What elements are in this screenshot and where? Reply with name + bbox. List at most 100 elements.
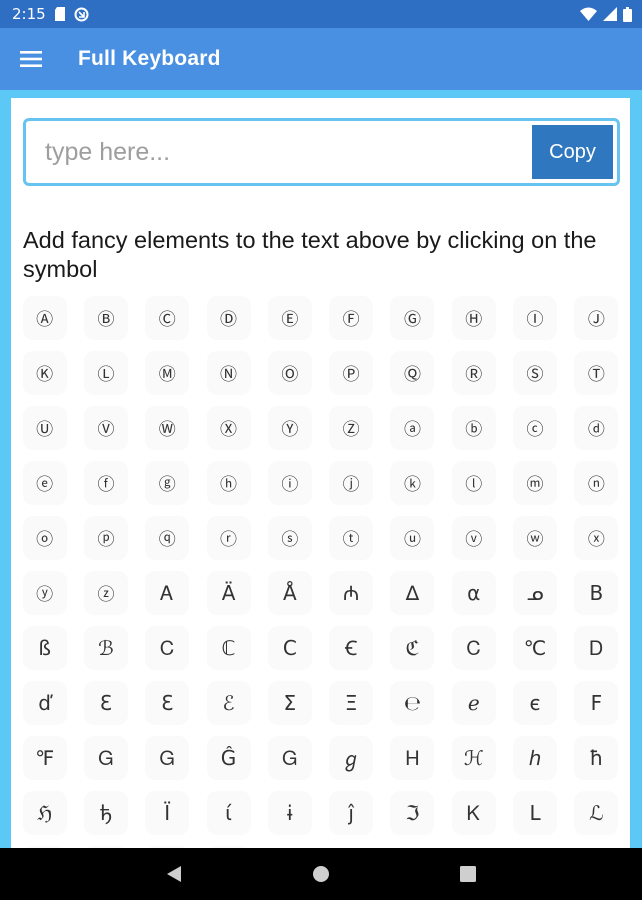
symbol-button[interactable]: Ꮐ	[137, 730, 198, 785]
symbol-button[interactable]: ⓔ	[14, 455, 75, 510]
symbol-button[interactable]: Ⓘ	[504, 290, 565, 345]
symbol-button[interactable]: Ⓝ	[198, 345, 259, 400]
symbol-button[interactable]: Ꭰ	[566, 620, 627, 675]
symbol-button[interactable]: Ⓖ	[382, 290, 443, 345]
symbol-button[interactable]: Ꮯ	[443, 620, 504, 675]
symbol-button[interactable]: Ł	[137, 840, 198, 848]
symbol-button[interactable]: ⓕ	[75, 455, 136, 510]
symbol-button[interactable]: ∆	[382, 565, 443, 620]
symbol-button[interactable]: ℯ	[443, 675, 504, 730]
symbol-button[interactable]: Ĝ	[198, 730, 259, 785]
symbol-button[interactable]: Ⓛ	[75, 345, 136, 400]
symbol-button[interactable]: Ⓩ	[320, 400, 381, 455]
symbol-button[interactable]: Ɛ	[75, 675, 136, 730]
symbol-button[interactable]: Ⓜ	[137, 345, 198, 400]
symbol-button[interactable]: ℒ	[566, 785, 627, 840]
symbol-button[interactable]: Ⓠ	[382, 345, 443, 400]
symbol-button[interactable]: Ⓙ	[566, 290, 627, 345]
symbol-button[interactable]: ℂ	[198, 620, 259, 675]
symbol-button[interactable]: ℌ	[14, 785, 75, 840]
symbol-button[interactable]: Ä	[198, 565, 259, 620]
symbol-button[interactable]: ⓝ	[566, 455, 627, 510]
symbol-button[interactable]: ⓗ	[198, 455, 259, 510]
symbol-button[interactable]: є	[504, 675, 565, 730]
symbol-button[interactable]: Ꮐ	[259, 730, 320, 785]
symbol-button[interactable]: Ⓐ	[14, 290, 75, 345]
symbol-button[interactable]: Ⓚ	[14, 345, 75, 400]
hamburger-menu-icon[interactable]	[0, 28, 62, 90]
symbol-button[interactable]: Ꭺ	[137, 565, 198, 620]
symbol-button[interactable]: ⓚ	[382, 455, 443, 510]
symbol-button[interactable]: ħ	[566, 730, 627, 785]
symbol-button[interactable]: Ⓦ	[137, 400, 198, 455]
symbol-button[interactable]: ℉	[14, 730, 75, 785]
symbol-button[interactable]: ⓦ	[504, 510, 565, 565]
symbol-button[interactable]: ℮	[382, 675, 443, 730]
text-input[interactable]	[26, 121, 532, 183]
back-icon[interactable]	[154, 854, 194, 894]
symbol-button[interactable]: ĵ	[320, 785, 381, 840]
symbol-button[interactable]: ⓜ	[504, 455, 565, 510]
symbol-button[interactable]: ⓨ	[14, 565, 75, 620]
symbol-button[interactable]: ℃	[504, 620, 565, 675]
symbol-button[interactable]: Ⓗ	[443, 290, 504, 345]
symbol-button[interactable]: Ⅽ	[259, 620, 320, 675]
symbol-button[interactable]: ℳ	[198, 840, 259, 848]
symbol-button[interactable]: Ⓥ	[75, 400, 136, 455]
symbol-button[interactable]: ď	[14, 675, 75, 730]
symbol-button[interactable]: ⓟ	[75, 510, 136, 565]
symbol-button[interactable]: ⓛ	[443, 455, 504, 510]
symbol-button[interactable]: Ⓡ	[443, 345, 504, 400]
copy-button[interactable]: Copy	[532, 125, 613, 179]
symbol-button[interactable]: ℭ	[382, 620, 443, 675]
symbol-button[interactable]: ⓓ	[566, 400, 627, 455]
symbol-button[interactable]: ɨ	[259, 785, 320, 840]
symbol-button[interactable]: Å	[259, 565, 320, 620]
symbol-button[interactable]: ⓣ	[320, 510, 381, 565]
symbol-button[interactable]: Ⓔ	[259, 290, 320, 345]
symbol-button[interactable]: ℊ	[320, 730, 381, 785]
symbol-button[interactable]: Ⓞ	[259, 345, 320, 400]
symbol-button[interactable]: Ɛ	[137, 675, 198, 730]
symbol-button[interactable]: ᓄ	[504, 565, 565, 620]
symbol-button[interactable]: Ⓑ	[75, 290, 136, 345]
symbol-button[interactable]: ⓖ	[137, 455, 198, 510]
symbol-button[interactable]: ⓞ	[14, 510, 75, 565]
symbol-button[interactable]: ℰ	[198, 675, 259, 730]
symbol-button[interactable]: ⓐ	[382, 400, 443, 455]
recents-icon[interactable]	[448, 854, 488, 894]
symbol-button[interactable]: Ⓢ	[504, 345, 565, 400]
symbol-button[interactable]: ℋ	[443, 730, 504, 785]
symbol-button[interactable]: ⓢ	[259, 510, 320, 565]
symbol-button[interactable]: Ϝ	[566, 675, 627, 730]
home-icon[interactable]	[301, 854, 341, 894]
symbol-button[interactable]: Ⓓ	[198, 290, 259, 345]
symbol-button[interactable]: ⓘ	[259, 455, 320, 510]
symbol-button[interactable]: ⓠ	[137, 510, 198, 565]
symbol-button[interactable]: ℑ	[382, 785, 443, 840]
symbol-button[interactable]: Ⓕ	[320, 290, 381, 345]
symbol-button[interactable]: Σ	[259, 675, 320, 730]
symbol-button[interactable]: ⓡ	[198, 510, 259, 565]
symbol-button[interactable]: Ⓣ	[566, 345, 627, 400]
symbol-button[interactable]: Ꮶ	[443, 785, 504, 840]
symbol-button[interactable]: ⓧ	[566, 510, 627, 565]
symbol-button[interactable]: ⓙ	[320, 455, 381, 510]
symbol-button[interactable]: ⓤ	[382, 510, 443, 565]
symbol-button[interactable]: Ꮯ	[137, 620, 198, 675]
symbol-button[interactable]: Ⓟ	[320, 345, 381, 400]
symbol-button[interactable]: ⓑ	[443, 400, 504, 455]
symbol-button[interactable]: Ⓤ	[14, 400, 75, 455]
symbol-button[interactable]: Β	[566, 565, 627, 620]
symbol-button[interactable]: ђ	[75, 785, 136, 840]
symbol-button[interactable]: ί	[198, 785, 259, 840]
symbol-button[interactable]: Ꮋ	[382, 730, 443, 785]
symbol-button[interactable]: Ł	[14, 840, 75, 848]
symbol-button[interactable]: ß	[14, 620, 75, 675]
symbol-button[interactable]: ₼	[320, 565, 381, 620]
symbol-button[interactable]: Ⓒ	[137, 290, 198, 345]
symbol-button[interactable]: Ⓧ	[198, 400, 259, 455]
symbol-button[interactable]: ℎ	[504, 730, 565, 785]
symbol-button[interactable]: Ꮐ	[75, 730, 136, 785]
symbol-button[interactable]: Ⓨ	[259, 400, 320, 455]
